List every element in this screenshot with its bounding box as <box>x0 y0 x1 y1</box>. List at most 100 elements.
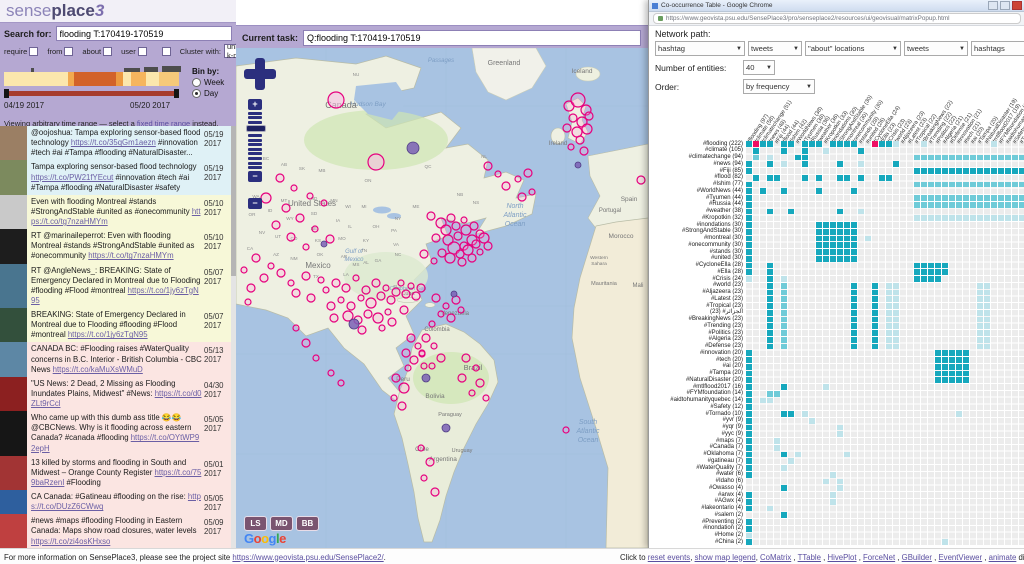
matrix-row-label[interactable]: #Politics (23) <box>649 330 743 337</box>
matrix-cell[interactable] <box>851 141 857 147</box>
matrix-cell[interactable] <box>774 444 780 451</box>
matrix-cell[interactable] <box>872 141 878 147</box>
matrix-cell[interactable] <box>767 330 773 336</box>
matrix-cell[interactable] <box>1019 181 1024 188</box>
matrix-cell[interactable] <box>816 242 822 248</box>
matrix-cell[interactable] <box>1019 201 1024 208</box>
matrix-cell[interactable] <box>921 141 927 147</box>
tweet-location-marker[interactable] <box>367 153 385 171</box>
matrix-cell[interactable] <box>872 336 878 343</box>
matrix-cell[interactable] <box>886 289 892 296</box>
matrix-cell[interactable] <box>746 498 752 505</box>
matrix-cell[interactable] <box>914 262 920 269</box>
tweet-location-marker[interactable] <box>246 283 256 293</box>
google-logo[interactable]: Google <box>244 531 286 546</box>
matrix-cell[interactable] <box>767 282 773 289</box>
tweet-location-marker[interactable] <box>386 295 396 305</box>
tweet-location-marker[interactable] <box>430 487 440 497</box>
matrix-col-header[interactable]: #Defense (21) <box>949 112 974 145</box>
tweet-location-marker[interactable] <box>337 296 345 304</box>
matrix-cell[interactable] <box>935 195 941 201</box>
matrix-cell[interactable] <box>942 377 948 383</box>
matrix-cell[interactable] <box>788 208 794 215</box>
matrix-cell[interactable] <box>1005 201 1011 208</box>
matrix-cell[interactable] <box>886 343 892 350</box>
tweet-location-marker[interactable] <box>460 216 468 224</box>
matrix-col-header[interactable]: #Latest (23) <box>907 117 929 145</box>
matrix-cell[interactable] <box>851 289 857 296</box>
matrix-cell[interactable] <box>942 363 948 370</box>
tweet-location-marker[interactable] <box>371 278 381 288</box>
matrix-cell[interactable] <box>746 492 752 498</box>
tweet-location-marker[interactable] <box>476 248 484 256</box>
matrix-cell[interactable] <box>837 424 843 431</box>
matrix-row-label[interactable]: #maps (7) <box>649 438 743 445</box>
matrix-cell[interactable] <box>816 249 822 255</box>
matrix-cell[interactable] <box>837 485 843 491</box>
footer-link[interactable]: HivePlot <box>828 553 857 562</box>
matrix-cell[interactable] <box>963 363 969 370</box>
matrix-cell[interactable] <box>767 296 773 302</box>
matrix-cell[interactable] <box>746 141 752 147</box>
matrix-row-label[interactable]: #Aljazeera (23) <box>649 289 743 296</box>
matrix-cell[interactable] <box>998 195 1004 201</box>
matrix-cell[interactable] <box>984 296 990 302</box>
matrix-cell[interactable] <box>872 309 878 316</box>
search-input[interactable] <box>55 26 232 41</box>
matrix-cell[interactable] <box>893 323 899 329</box>
tweet-location-marker[interactable] <box>562 426 570 434</box>
matrix-cell[interactable] <box>746 539 752 545</box>
matrix-cell[interactable] <box>984 289 990 296</box>
matrix-col-header[interactable]: #innovation (21) <box>956 108 983 145</box>
tweet-location-marker[interactable] <box>325 234 335 244</box>
matrix-cell[interactable] <box>851 309 857 316</box>
matrix-row-label[interactable]: #flood (82) <box>649 174 743 181</box>
matrix-row-label[interactable]: #CycloneElla (28) <box>649 262 743 269</box>
tweet-location-marker[interactable] <box>337 379 345 387</box>
matrix-cell[interactable] <box>942 195 948 201</box>
matrix-row-label[interactable]: #Canada (7) <box>649 444 743 451</box>
matrix-cell[interactable] <box>816 188 822 194</box>
matrix-row-label[interactable]: #Tampa (20) <box>649 370 743 377</box>
matrix-cell[interactable] <box>746 532 752 539</box>
tweet-location-marker[interactable] <box>431 293 441 303</box>
matrix-cell[interactable] <box>851 303 857 309</box>
bin-option-day[interactable]: Day <box>192 89 224 98</box>
matrix-col-header[interactable]: #StrongAndStable (30) <box>837 94 874 145</box>
matrix-col-header[interactable]: #Tornado (15) <box>1019 113 1024 145</box>
tweet-location-marker[interactable] <box>401 289 411 299</box>
matrix-cell[interactable] <box>802 174 808 181</box>
matrix-cell[interactable] <box>928 269 934 275</box>
matrix-cell[interactable] <box>823 242 829 248</box>
matrix-cell[interactable] <box>963 181 969 188</box>
tweet-location-marker[interactable] <box>446 313 456 323</box>
matrix-cell[interactable] <box>851 323 857 329</box>
matrix-cell[interactable] <box>886 282 892 289</box>
matrix-col-header[interactable]: #Tampa (20) <box>977 116 1000 145</box>
matrix-cell[interactable] <box>837 478 843 485</box>
matrix-cell[interactable] <box>823 235 829 242</box>
matrix-cell[interactable] <box>956 154 962 161</box>
matrix-cell[interactable] <box>963 168 969 174</box>
matrix-col-header[interactable]: #Kropotkin (33) <box>823 110 849 145</box>
tweet-location-marker[interactable] <box>468 389 476 397</box>
matrix-cell[interactable] <box>956 215 962 221</box>
tweet-location-marker[interactable] <box>290 184 298 192</box>
matrix-cell[interactable] <box>914 201 920 208</box>
matrix-cell[interactable] <box>816 174 822 181</box>
matrix-cell[interactable] <box>949 195 955 201</box>
matrix-cell[interactable] <box>921 181 927 188</box>
matrix-cell[interactable] <box>858 161 864 167</box>
path-select-3[interactable]: "about" locations ▼ <box>805 41 901 56</box>
matrix-cell[interactable] <box>844 141 850 147</box>
matrix-col-header[interactable]: #NaturalDisaster (19) <box>984 98 1019 145</box>
matrix-col-header[interactable]: #Fiji (44) <box>774 124 791 145</box>
footer-link[interactable]: EventViewer <box>938 553 982 562</box>
matrix-cell[interactable] <box>942 154 948 161</box>
matrix-cell[interactable] <box>872 330 878 336</box>
matrix-row-label[interactable]: #Latest (23) <box>649 296 743 303</box>
matrix-cell[interactable] <box>837 255 843 262</box>
footer-link[interactable]: ForceNet <box>863 553 895 562</box>
tweet-cluster-dot[interactable] <box>574 161 582 169</box>
matrix-cell[interactable] <box>963 350 969 356</box>
